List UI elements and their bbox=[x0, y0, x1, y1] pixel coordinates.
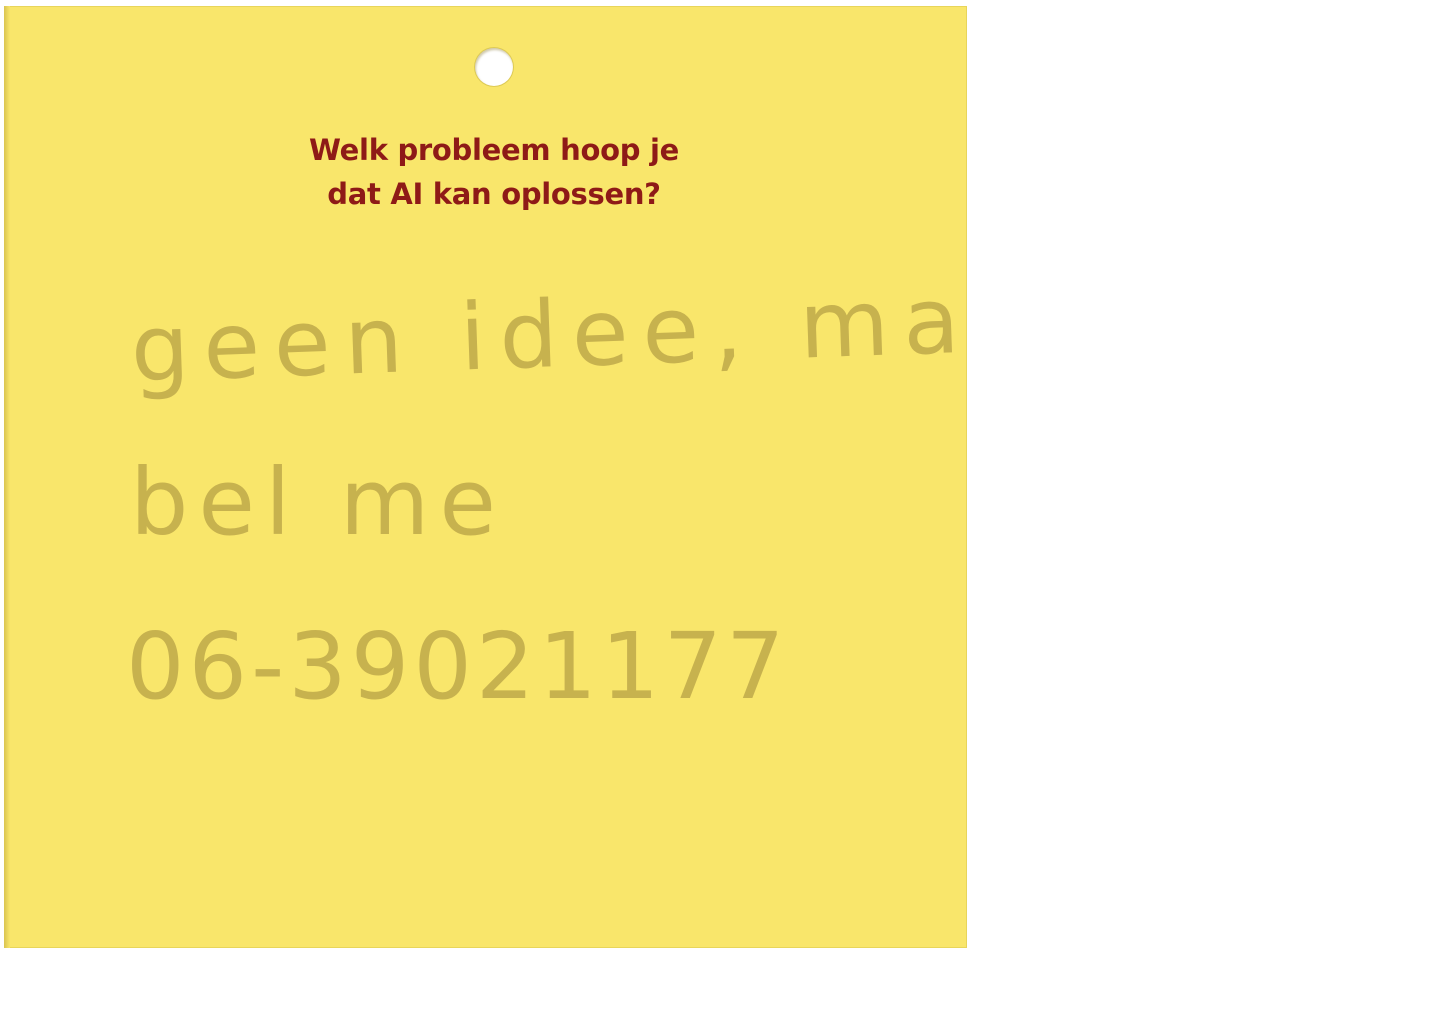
yellow-card: Welk probleem hoop je dat AI kan oplosse… bbox=[4, 6, 967, 948]
answer-line-2: bel me bbox=[130, 449, 506, 556]
handwritten-answer: geen idee, maar bel me 06-39021177 bbox=[126, 262, 967, 720]
page: Welk probleem hoop je dat AI kan oplosse… bbox=[0, 0, 1432, 1010]
answer-line-3: 06-39021177 bbox=[126, 613, 789, 720]
answer-line-1: geen idee, maar bbox=[129, 262, 967, 403]
